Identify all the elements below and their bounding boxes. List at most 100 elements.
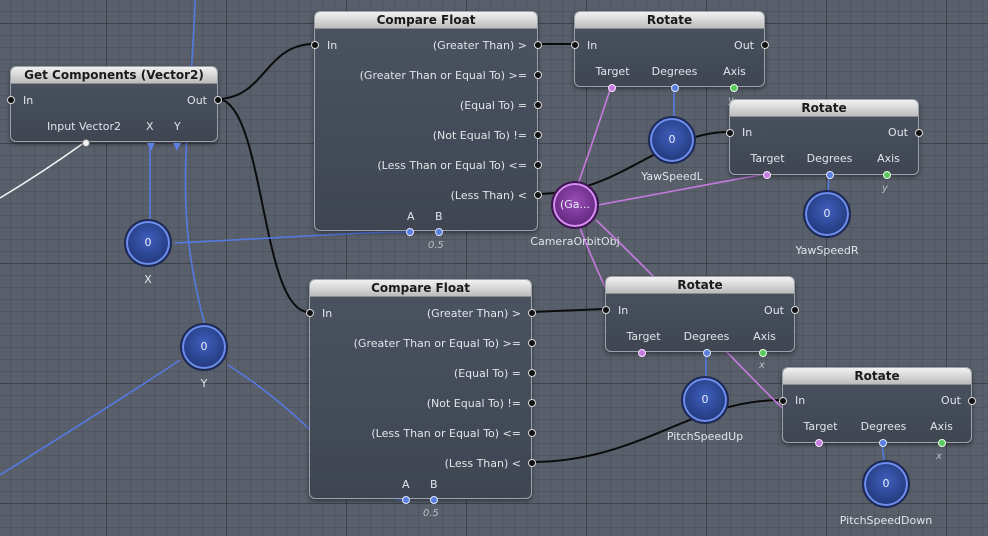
axis-label: Axis bbox=[930, 420, 953, 433]
variable-x-label: X bbox=[144, 273, 152, 286]
a-label: A bbox=[407, 210, 415, 223]
not-equal-socket[interactable] bbox=[528, 399, 536, 407]
node-title[interactable]: Compare Float bbox=[315, 12, 537, 29]
in-socket[interactable] bbox=[602, 306, 610, 314]
not-equal-socket[interactable] bbox=[534, 131, 542, 139]
target-socket[interactable] bbox=[608, 84, 616, 92]
target-label: Target bbox=[803, 420, 838, 433]
target-label: Target bbox=[750, 152, 785, 165]
less-equal-socket[interactable] bbox=[534, 161, 542, 169]
node-title[interactable]: Rotate bbox=[606, 277, 794, 294]
wire-float bbox=[184, 0, 206, 326]
less-equal-label: (Less Than or Equal To) <= bbox=[371, 427, 521, 440]
greater-than-label: (Greater Than) > bbox=[432, 39, 527, 52]
in-label: In bbox=[795, 394, 806, 407]
target-label: Target bbox=[626, 330, 661, 343]
wire-exec bbox=[530, 308, 606, 313]
greater-than-socket[interactable] bbox=[534, 41, 542, 49]
out-socket[interactable] bbox=[968, 397, 976, 405]
axis-socket[interactable] bbox=[730, 84, 738, 92]
rotate-node-2[interactable]: Rotate In Out Target Degrees Axis bbox=[726, 99, 923, 179]
equal-socket[interactable] bbox=[534, 101, 542, 109]
degrees-label: Degrees bbox=[860, 420, 907, 433]
in-socket[interactable] bbox=[779, 397, 787, 405]
variable-y-label: Y bbox=[200, 377, 208, 390]
out-socket[interactable] bbox=[761, 41, 769, 49]
get-components-node[interactable]: Get Components (Vector2) In Out Input Ve… bbox=[7, 66, 222, 151]
yaw-speed-l-node[interactable]: 0 bbox=[648, 116, 696, 164]
rotate-node-1[interactable]: Rotate In Out Target Degrees Axis bbox=[571, 11, 769, 92]
in-label: In bbox=[587, 39, 598, 52]
in-socket[interactable] bbox=[7, 96, 15, 104]
input-vector2-label: Input Vector2 bbox=[47, 120, 122, 133]
a-label: A bbox=[402, 478, 410, 491]
pitch-speed-up-node[interactable]: 0 bbox=[681, 376, 729, 424]
less-equal-label: (Less Than or Equal To) <= bbox=[377, 159, 527, 172]
less-than-socket[interactable] bbox=[528, 459, 536, 467]
axis-label: Axis bbox=[753, 330, 776, 343]
node-title[interactable]: Compare Float bbox=[310, 280, 531, 297]
compare-float-node-bottom[interactable]: Compare Float In (Greater Than) > (Great… bbox=[306, 279, 536, 504]
target-socket[interactable] bbox=[763, 171, 771, 179]
yaw-speed-l-label: YawSpeedL bbox=[641, 170, 703, 183]
b-label: B bbox=[430, 478, 438, 491]
rotate-node-3[interactable]: Rotate In Out Target Degrees Axis bbox=[602, 276, 799, 357]
greater-equal-socket[interactable] bbox=[528, 339, 536, 347]
equal-label: (Equal To) = bbox=[453, 367, 521, 380]
x-output-socket[interactable] bbox=[147, 143, 155, 151]
in-label: In bbox=[322, 307, 333, 320]
variable-y-node[interactable]: 0 bbox=[180, 323, 228, 371]
in-label: In bbox=[618, 304, 629, 317]
yaw-speed-r-node[interactable]: 0 bbox=[803, 190, 851, 238]
input-vector2-socket[interactable] bbox=[82, 139, 90, 147]
equal-socket[interactable] bbox=[528, 369, 536, 377]
degrees-socket[interactable] bbox=[671, 84, 679, 92]
b-socket[interactable] bbox=[435, 228, 443, 236]
node-title[interactable]: Rotate bbox=[783, 368, 971, 385]
y-label: Y bbox=[174, 120, 181, 133]
out-label: Out bbox=[888, 126, 908, 139]
camera-orbit-object-label: CameraOrbitObj bbox=[530, 235, 620, 248]
axis-socket[interactable] bbox=[883, 171, 891, 179]
wire-exec bbox=[216, 43, 315, 100]
b-socket[interactable] bbox=[430, 496, 438, 504]
rotate-node-4[interactable]: Rotate In Out Target Degrees Axis bbox=[779, 367, 976, 447]
pitch-speed-up-label: PitchSpeedUp bbox=[666, 430, 744, 443]
greater-equal-socket[interactable] bbox=[534, 71, 542, 79]
a-socket[interactable] bbox=[406, 228, 414, 236]
in-socket[interactable] bbox=[571, 41, 579, 49]
node-title[interactable]: Rotate bbox=[575, 12, 764, 29]
axis-socket[interactable] bbox=[938, 439, 946, 447]
degrees-socket[interactable] bbox=[879, 439, 887, 447]
axis-socket[interactable] bbox=[759, 349, 767, 357]
out-socket[interactable] bbox=[791, 306, 799, 314]
in-socket[interactable] bbox=[311, 41, 319, 49]
less-equal-socket[interactable] bbox=[528, 429, 536, 437]
degrees-socket[interactable] bbox=[826, 171, 834, 179]
greater-than-socket[interactable] bbox=[528, 309, 536, 317]
node-title[interactable]: Rotate bbox=[730, 100, 918, 117]
a-socket[interactable] bbox=[402, 496, 410, 504]
not-equal-label: (Not Equal To) != bbox=[426, 397, 521, 410]
target-socket[interactable] bbox=[638, 349, 646, 357]
greater-equal-label: (Greater Than or Equal To) >= bbox=[359, 69, 527, 82]
camera-orbit-object-node[interactable]: (Ga... bbox=[551, 181, 599, 229]
out-socket[interactable] bbox=[915, 129, 923, 137]
degrees-socket[interactable] bbox=[703, 349, 711, 357]
node-title[interactable]: Get Components (Vector2) bbox=[11, 67, 217, 84]
less-than-label: (Less Than) < bbox=[450, 189, 527, 202]
out-socket[interactable] bbox=[214, 96, 222, 104]
out-label: Out bbox=[734, 39, 754, 52]
axis-label: Axis bbox=[723, 65, 746, 78]
compare-float-node-top[interactable]: Compare Float In (Greater Than) > (Great… bbox=[311, 11, 542, 236]
target-socket[interactable] bbox=[815, 439, 823, 447]
in-socket[interactable] bbox=[306, 309, 314, 317]
pitch-speed-down-node[interactable]: 0 bbox=[862, 460, 910, 508]
variable-x-node[interactable]: 0 bbox=[124, 219, 172, 267]
in-socket[interactable] bbox=[726, 129, 734, 137]
less-than-socket[interactable] bbox=[534, 191, 542, 199]
b-default-value: 0.5 bbox=[423, 508, 439, 519]
yaw-speed-r-label: YawSpeedR bbox=[795, 244, 859, 257]
in-label: In bbox=[742, 126, 753, 139]
y-output-socket[interactable] bbox=[173, 143, 181, 151]
